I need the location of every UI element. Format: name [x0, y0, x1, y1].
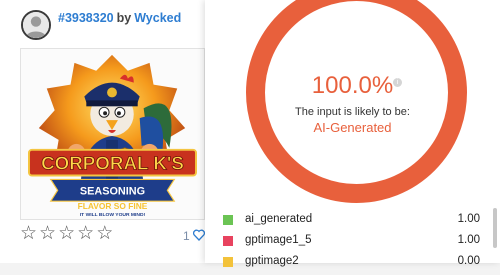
author-link[interactable]: Wycked [134, 11, 181, 25]
star-icon[interactable]: ☆ [20, 224, 37, 244]
logo-small-text: IT WILL BLOW YOUR MIND! [80, 212, 146, 218]
star-icon[interactable]: ☆ [96, 224, 113, 244]
star-icon[interactable]: ☆ [77, 224, 94, 244]
verdict-label: AI-Generated [313, 120, 392, 135]
result-label: ai_generated [245, 213, 313, 225]
result-row: ai_generated 1.00 [223, 212, 480, 233]
post-id-link[interactable]: #3938320 [58, 11, 114, 25]
result-row: gptimage2 0.00 [223, 254, 480, 275]
detection-panel: 100.0% i The input is likely to be: AI-G… [205, 0, 500, 267]
post-card: #3938320 by Wycked CORPORAL K'S SEASONIN… [0, 0, 205, 263]
swatch-gptimage2 [223, 257, 233, 267]
by-label: by [116, 11, 132, 25]
corporal-k-logo-image: CORPORAL K'S SEASONING FLAVOR SO FINE IT… [21, 49, 204, 219]
likely-label: The input is likely to be: [295, 106, 410, 118]
results-list: ai_generated 1.00 gptimage1_5 1.00 gptim… [223, 212, 480, 275]
logo-tagline-text: FLAVOR SO FINE [78, 201, 148, 211]
swatch-ai-generated [223, 215, 233, 225]
rating-stars[interactable]: ☆ ☆ ☆ ☆ ☆ [20, 224, 113, 244]
swatch-gptimage1-5 [223, 236, 233, 246]
result-score: 1.00 [457, 234, 480, 246]
heart-icon[interactable] [193, 229, 205, 241]
logo-title-text: CORPORAL K'S [41, 153, 184, 174]
post-header: #3938320 by Wycked [58, 10, 181, 26]
post-image[interactable]: CORPORAL K'S SEASONING FLAVOR SO FINE IT… [20, 48, 205, 220]
likes-count: 1 [183, 229, 190, 243]
result-score: 0.00 [457, 255, 480, 267]
result-label: gptimage2 [245, 255, 299, 267]
star-icon[interactable]: ☆ [58, 224, 75, 244]
result-score: 1.00 [457, 213, 480, 225]
logo-banner-text: SEASONING [80, 185, 145, 197]
score-percent: 100.0% [311, 72, 394, 99]
user-silhouette-icon [23, 12, 49, 38]
result-label: gptimage1_5 [245, 234, 312, 246]
avatar[interactable] [21, 10, 51, 40]
info-icon[interactable]: i [393, 78, 402, 87]
result-row: gptimage1_5 1.00 [223, 233, 480, 254]
score-ring [246, 0, 467, 203]
star-icon[interactable]: ☆ [39, 224, 56, 244]
results-scrollbar[interactable] [493, 208, 497, 248]
